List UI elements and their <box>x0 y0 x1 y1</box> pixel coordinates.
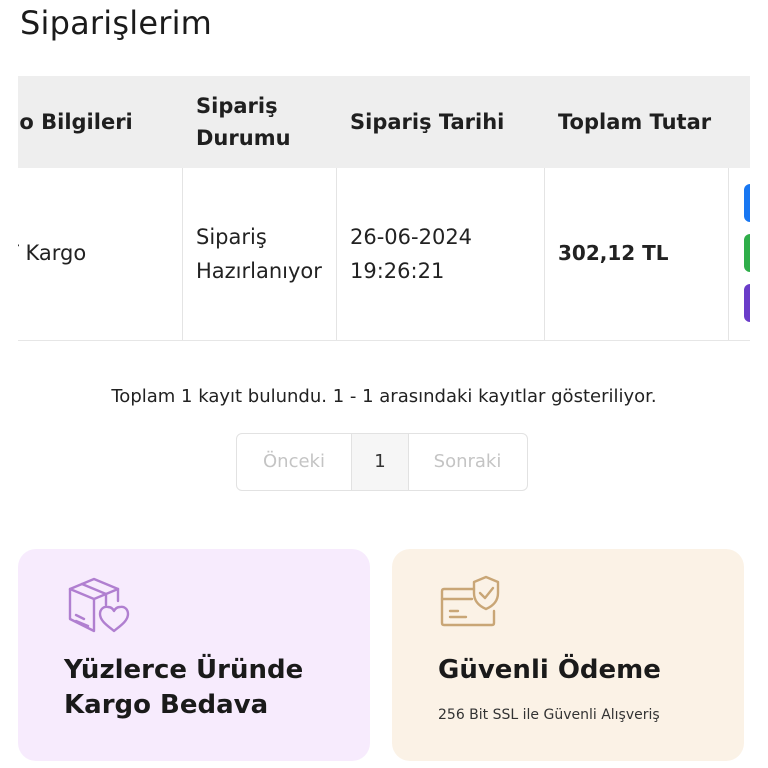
cell-date-line2: 19:26:21 <box>350 259 445 283</box>
cell-cargo: T Kargo <box>18 241 87 265</box>
header-order-status-line1: Sipariş <box>196 94 278 118</box>
header-total-amount: Toplam Tutar <box>558 110 712 134</box>
feature-title-line1: Yüzlerce Üründe <box>64 655 304 685</box>
header-order-status: Sipariş Durumu <box>196 90 291 154</box>
table-header: rgo Bilgileri Sipariş Durumu Sipariş Tar… <box>18 76 750 168</box>
pagination-page-1[interactable]: 1 <box>351 434 409 490</box>
action-button-blue[interactable] <box>744 184 750 222</box>
page-title: Siparişlerim <box>20 4 213 42</box>
cell-date: 26-06-2024 19:26:21 <box>350 220 472 288</box>
records-info-text: Toplam 1 kayıt bulundu. 1 - 1 arasındaki… <box>111 386 657 407</box>
feature-title-line2: Kargo Bedava <box>64 690 269 720</box>
feature-card-free-shipping: Yüzlerce Üründe Kargo Bedava <box>18 549 370 761</box>
feature-card-secure-payment: Güvenli Ödeme 256 Bit SSL ile Güvenli Al… <box>392 549 744 761</box>
column-divider <box>182 168 183 340</box>
header-order-status-line2: Durumu <box>196 126 291 150</box>
column-divider <box>336 168 337 340</box>
header-order-date: Sipariş Tarihi <box>350 110 505 134</box>
cell-status: Sipariş Hazırlanıyor <box>196 220 322 288</box>
shield-card-icon <box>440 575 500 627</box>
cell-status-line2: Hazırlanıyor <box>196 259 322 283</box>
feature-title: Güvenli Ödeme <box>438 655 661 685</box>
column-divider <box>728 168 729 340</box>
cell-total: 302,12 TL <box>558 241 669 265</box>
feature-subtitle: 256 Bit SSL ile Güvenli Alışveriş <box>438 707 660 723</box>
feature-title: Yüzlerce Üründe Kargo Bedava <box>64 653 354 723</box>
orders-page: Siparişlerim rgo Bilgileri Sipariş Durum… <box>0 0 768 768</box>
action-button-purple[interactable] <box>744 284 750 322</box>
heart-box-icon <box>68 577 130 633</box>
pagination: Önceki 1 Sonraki <box>236 433 528 491</box>
header-cargo-info: rgo Bilgileri <box>18 110 133 134</box>
table-row: T Kargo Sipariş Hazırlanıyor 26-06-2024 … <box>18 168 750 341</box>
cell-date-line1: 26-06-2024 <box>350 225 473 249</box>
cell-status-line1: Sipariş <box>196 225 267 249</box>
column-divider <box>544 168 545 340</box>
pagination-prev-button[interactable]: Önceki <box>237 434 351 490</box>
orders-table: rgo Bilgileri Sipariş Durumu Sipariş Tar… <box>18 76 750 342</box>
pagination-next-button[interactable]: Sonraki <box>408 434 527 490</box>
action-button-green[interactable] <box>744 234 750 272</box>
